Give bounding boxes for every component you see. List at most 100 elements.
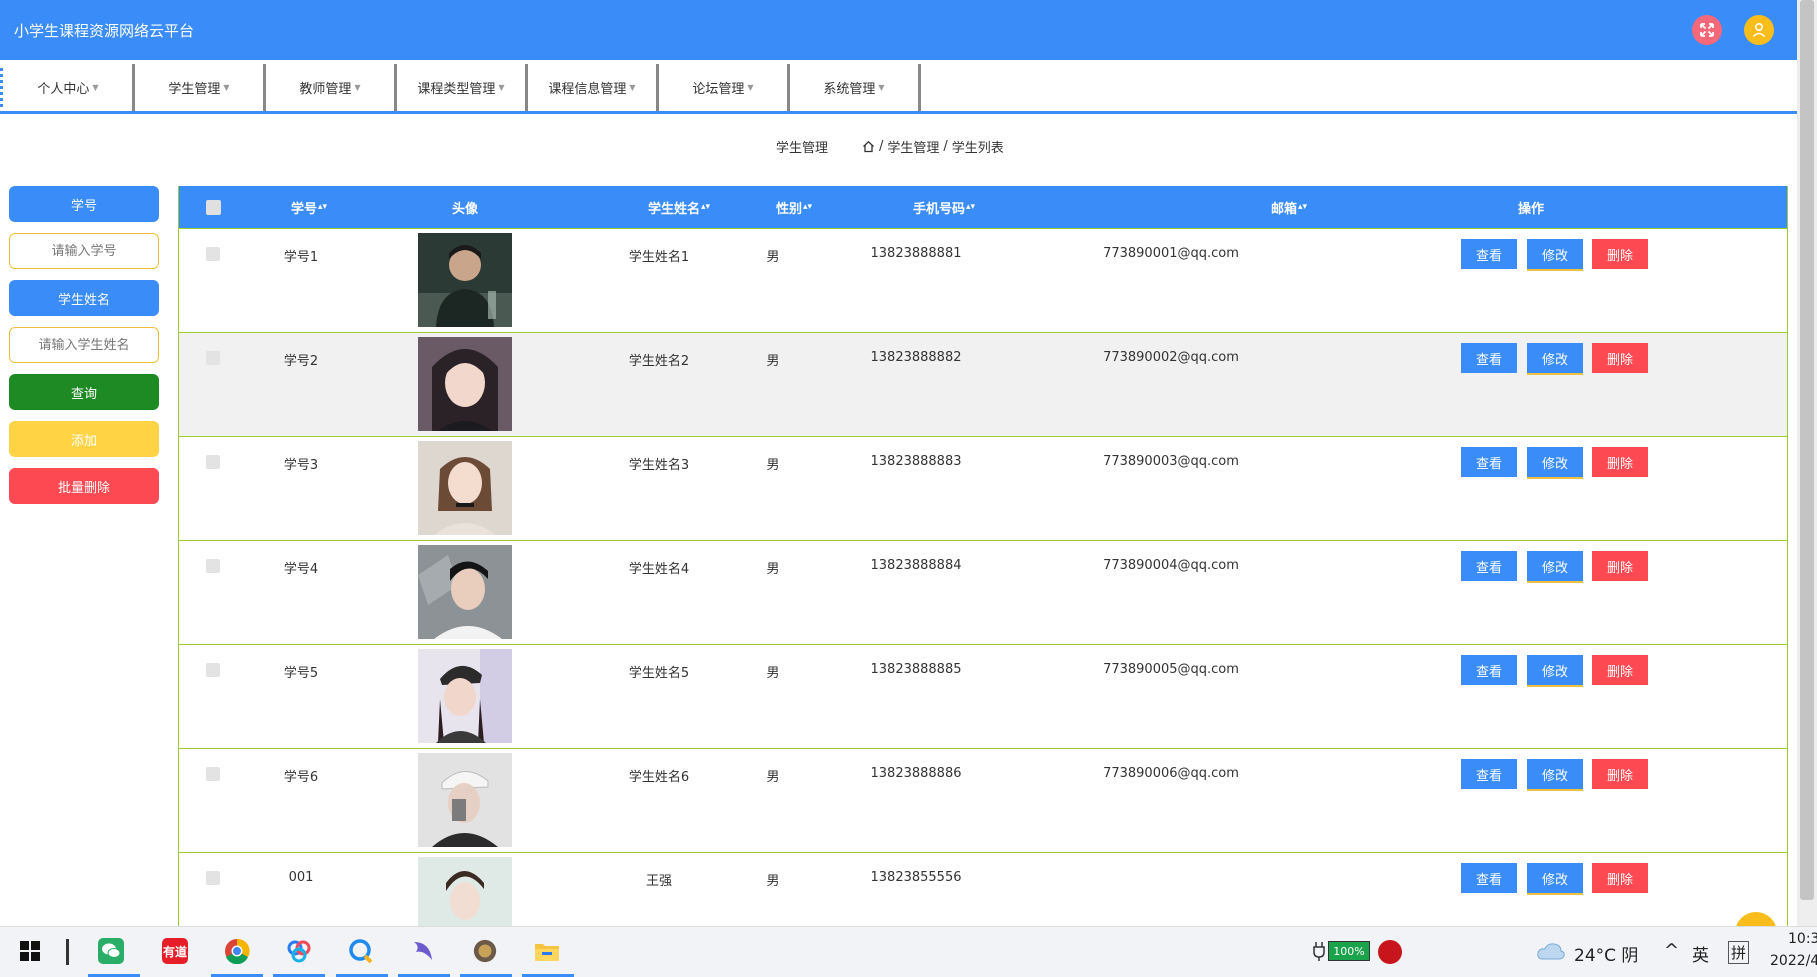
scrollbar-thumb[interactable] <box>1800 0 1814 900</box>
chevron-up-icon[interactable]: ^ <box>1664 940 1679 961</box>
header-student-id[interactable]: 学号 ▴▾ <box>269 186 349 228</box>
fullscreen-button[interactable] <box>1692 15 1722 45</box>
nav-forum-management[interactable]: 论坛管理 ▼ <box>659 64 790 111</box>
expand-icon <box>1700 23 1714 37</box>
cell-student-name: 学生姓名4 <box>628 562 690 577</box>
cell-phone: 13823855556 <box>870 870 962 885</box>
page-scrollbar[interactable] <box>1797 0 1817 926</box>
clock-time[interactable]: 10:3 <box>1788 931 1817 947</box>
header-label: 学号 <box>290 201 317 217</box>
weather-text[interactable]: 24°C 阴 <box>1574 941 1638 966</box>
wechat-icon[interactable] <box>98 938 124 964</box>
home-icon[interactable] <box>862 140 875 153</box>
game-icon[interactable] <box>472 938 498 964</box>
cell-student-name: 学生姓名3 <box>628 458 690 473</box>
nav-student-management[interactable]: 学生管理 ▼ <box>135 64 266 111</box>
cell-student-id: 学号6 <box>283 770 319 785</box>
view-button[interactable]: 查看 <box>1461 447 1517 477</box>
header-label: 邮箱 <box>1270 201 1297 217</box>
nav-label: 课程信息管理 <box>548 82 627 97</box>
sort-icon: ▴▾ <box>700 202 711 212</box>
breadcrumb-trail: / 学生管理 / 学生列表 <box>862 137 1004 156</box>
table-row: 学号6 学生姓名6 男 13823888886 773890006@qq.com… <box>179 748 1787 852</box>
plug-icon <box>1313 942 1325 961</box>
nav-course-info-management[interactable]: 课程信息管理 ▼ <box>528 64 659 111</box>
ime-mode[interactable]: 拼 <box>1728 941 1750 964</box>
cell-phone: 13823888884 <box>870 558 962 573</box>
delete-button[interactable]: 删除 <box>1592 863 1648 893</box>
row-checkbox[interactable] <box>206 351 220 365</box>
youdao-icon[interactable]: 有道 <box>162 938 188 964</box>
clock-date[interactable]: 2022/4 <box>1770 953 1817 969</box>
delete-button[interactable]: 删除 <box>1592 655 1648 685</box>
dolphin-icon[interactable] <box>410 938 436 964</box>
nav-system-management[interactable]: 系统管理 ▼ <box>790 64 921 111</box>
security-tray-icon[interactable] <box>1378 940 1402 964</box>
table-row: 学号4 学生姓名4 男 13823888884 773890004@qq.com… <box>179 540 1787 644</box>
nav-teacher-management[interactable]: 教师管理 ▼ <box>266 64 397 111</box>
row-checkbox[interactable] <box>206 871 220 885</box>
qq-browser-icon[interactable] <box>348 938 374 964</box>
student-name-input[interactable] <box>9 327 159 363</box>
user-menu-button[interactable] <box>1744 15 1774 45</box>
student-id-input[interactable] <box>9 233 159 269</box>
nav-personal-center[interactable]: 个人中心 ▼ <box>4 64 135 111</box>
query-button[interactable]: 查询 <box>9 374 159 410</box>
select-all-checkbox[interactable] <box>206 200 221 215</box>
cell-phone: 13823888883 <box>870 454 962 469</box>
batch-delete-button[interactable]: 批量删除 <box>9 468 159 504</box>
cell-gender: 男 <box>766 250 780 265</box>
chevron-down-icon: ▼ <box>878 83 885 92</box>
delete-button[interactable]: 删除 <box>1592 343 1648 373</box>
row-checkbox[interactable] <box>206 247 220 261</box>
row-checkbox[interactable] <box>206 663 220 677</box>
edit-button[interactable]: 修改 <box>1527 551 1583 581</box>
view-button[interactable]: 查看 <box>1461 551 1517 581</box>
delete-button[interactable]: 删除 <box>1592 759 1648 789</box>
row-checkbox[interactable] <box>206 559 220 573</box>
edit-button[interactable]: 修改 <box>1527 447 1583 477</box>
chrome-icon[interactable] <box>224 938 250 964</box>
edit-button[interactable]: 修改 <box>1527 759 1583 789</box>
main-nav: 个人中心 ▼ 学生管理 ▼ 教师管理 ▼ 课程类型管理 ▼ 课程信息管理 ▼ 论坛管理 ▼ … <box>0 64 1797 114</box>
baidu-netdisk-icon[interactable] <box>286 938 312 964</box>
breadcrumb-student-management[interactable]: 学生管理 <box>887 137 939 156</box>
view-button[interactable]: 查看 <box>1461 655 1517 685</box>
delete-button[interactable]: 删除 <box>1592 239 1648 269</box>
edit-button[interactable]: 修改 <box>1527 343 1583 373</box>
header-email[interactable]: 邮箱 ▴▾ <box>1249 186 1329 228</box>
chevron-down-icon: ▼ <box>92 83 99 92</box>
nav-label: 系统管理 <box>823 82 876 97</box>
view-button[interactable]: 查看 <box>1461 863 1517 893</box>
header-student-name[interactable]: 学生姓名 ▴▾ <box>609 186 749 228</box>
file-explorer-icon[interactable] <box>534 938 560 964</box>
view-button[interactable]: 查看 <box>1461 343 1517 373</box>
cell-student-name: 王强 <box>645 874 673 889</box>
youdao-label: 有道 <box>162 944 187 959</box>
view-button[interactable]: 查看 <box>1461 239 1517 269</box>
nav-label: 学生管理 <box>168 82 221 97</box>
add-button[interactable]: 添加 <box>9 421 159 457</box>
delete-button[interactable]: 删除 <box>1592 447 1648 477</box>
breadcrumb: 学生管理 / 学生管理 / 学生列表 <box>0 137 1797 157</box>
battery-indicator[interactable] <box>1312 940 1326 966</box>
chevron-down-icon: ▼ <box>223 83 230 92</box>
row-checkbox[interactable] <box>206 767 220 781</box>
chevron-down-icon: ▼ <box>354 83 361 92</box>
view-button[interactable]: 查看 <box>1461 759 1517 789</box>
header-label: 性别 <box>775 201 802 217</box>
nav-course-type-management[interactable]: 课程类型管理 ▼ <box>397 64 528 111</box>
student-avatar <box>418 337 512 431</box>
edit-button[interactable]: 修改 <box>1527 239 1583 269</box>
windows-start-icon[interactable] <box>17 938 43 964</box>
student-avatar <box>418 441 512 535</box>
row-checkbox[interactable] <box>206 455 220 469</box>
delete-button[interactable]: 删除 <box>1592 551 1648 581</box>
header-phone[interactable]: 手机号码 ▴▾ <box>879 186 1009 228</box>
cell-gender: 男 <box>766 458 780 473</box>
header-gender[interactable]: 性别 ▴▾ <box>754 186 834 228</box>
edit-button[interactable]: 修改 <box>1527 863 1583 893</box>
sort-icon: ▴▾ <box>1297 202 1308 212</box>
ime-language[interactable]: 英 <box>1692 941 1709 966</box>
edit-button[interactable]: 修改 <box>1527 655 1583 685</box>
